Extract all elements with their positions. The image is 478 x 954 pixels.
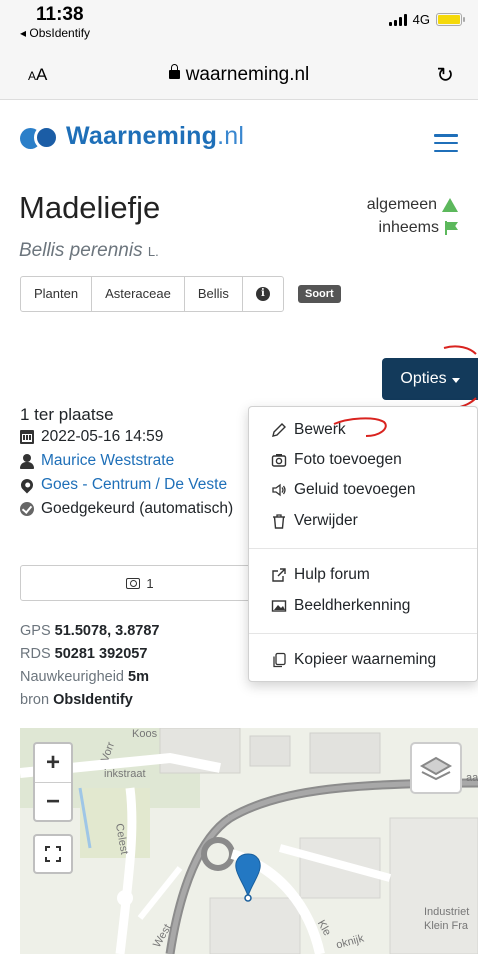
accuracy-line: Nauwkeurigheid 5m xyxy=(20,669,149,685)
info-icon: i xyxy=(255,287,270,301)
fullscreen-icon xyxy=(45,846,61,862)
status-native-label: inheems xyxy=(378,219,439,236)
logo-text: Waarneming.nl xyxy=(66,122,245,150)
url-display[interactable]: waarneming.nl xyxy=(0,64,478,86)
observer-link[interactable]: Maurice Weststrate xyxy=(41,452,174,470)
site-header: Waarneming.nl xyxy=(0,100,478,172)
options-button[interactable]: Opties xyxy=(382,358,478,400)
battery-icon xyxy=(436,13,465,26)
check-badge-icon xyxy=(20,502,34,516)
rds-value: 50281 392057 xyxy=(54,646,148,662)
menu-item-delete[interactable]: Verwijder xyxy=(249,506,477,536)
location-row: Goes - Centrum / De Veste xyxy=(18,476,227,494)
map-label-industrie: Industriet xyxy=(424,906,470,918)
menu-divider xyxy=(249,548,477,549)
triangle-icon xyxy=(442,198,458,212)
rank-badge: Soort xyxy=(298,285,341,303)
map-label-koos: Koos xyxy=(132,728,158,740)
site-logo[interactable]: Waarneming.nl xyxy=(20,122,244,151)
status-common-label: algemeen xyxy=(366,196,437,213)
validation-status: Goedgekeurd (automatisch) xyxy=(41,500,234,517)
map-label-aa: aa xyxy=(466,772,478,784)
status-common: algemeen xyxy=(367,196,458,214)
zoom-controls: + − xyxy=(33,742,73,822)
location-link[interactable]: Goes - Centrum / De Veste xyxy=(41,476,227,494)
menu-item-image-recognition[interactable]: Beeldherkenning xyxy=(249,591,477,621)
pencil-icon xyxy=(272,423,286,437)
observation-map[interactable]: Koos Vorr inkstraat Celest West Kle okni… xyxy=(20,728,478,954)
breadcrumb-planten[interactable]: Planten xyxy=(21,277,93,311)
photos-button[interactable]: 1 xyxy=(20,565,260,601)
source-line: bron ObsIdentify xyxy=(20,692,133,708)
photo-count: 1 xyxy=(146,575,154,591)
accuracy-value: 5m xyxy=(128,669,149,685)
menu-item-add-photo[interactable]: Foto toevoegen xyxy=(249,445,477,475)
browser-address-bar[interactable]: AA waarneming.nl ↻ xyxy=(0,50,478,100)
menu-divider xyxy=(249,633,477,634)
options-dropdown-menu: Bewerk Foto toevoegen Geluid toevoegen V… xyxy=(248,406,478,682)
calendar-icon xyxy=(20,430,34,444)
options-button-label: Opties xyxy=(400,370,447,387)
source-value: ObsIdentify xyxy=(53,692,133,708)
status-bar: 11:38 ◂ ObsIdentify 4G xyxy=(0,0,478,50)
map-label-klein: Klein Fra xyxy=(424,920,469,932)
trash-icon xyxy=(273,514,285,529)
lock-icon xyxy=(168,64,180,79)
gps-line: GPS 51.5078, 3.8787 xyxy=(20,623,160,639)
gps-value: 51.5078, 3.8787 xyxy=(54,623,160,639)
external-link-icon xyxy=(272,568,286,582)
image-icon xyxy=(271,600,287,612)
user-icon xyxy=(20,453,34,469)
zoom-in-button[interactable]: + xyxy=(35,744,71,782)
hamburger-menu-icon[interactable] xyxy=(434,134,458,152)
layers-icon xyxy=(419,756,453,781)
zoom-out-button[interactable]: − xyxy=(35,782,71,820)
breadcrumb-bellis[interactable]: Bellis xyxy=(185,277,243,311)
caret-down-icon xyxy=(451,377,460,383)
camera-icon xyxy=(271,454,287,467)
species-scientific-name: Bellis perennis L. xyxy=(19,240,159,261)
menu-item-add-sound[interactable]: Geluid toevoegen xyxy=(249,475,477,505)
observation-datetime: 2022-05-16 14:59 xyxy=(41,428,164,445)
breadcrumb-asteraceae[interactable]: Asteraceae xyxy=(92,277,185,311)
species-author: L. xyxy=(147,244,159,259)
taxonomy-breadcrumb: Planten Asteraceae Bellis i xyxy=(20,276,284,312)
observation-marker-icon[interactable] xyxy=(232,852,264,904)
observation-count: 1 ter plaatse xyxy=(20,405,114,424)
fullscreen-button[interactable] xyxy=(33,834,73,874)
layers-button[interactable] xyxy=(410,742,462,794)
validation-row: Goedgekeurd (automatisch) xyxy=(20,500,233,518)
back-to-app-link[interactable]: ◂ ObsIdentify xyxy=(20,26,90,40)
speaker-icon xyxy=(272,483,286,497)
signal-icon xyxy=(388,13,407,26)
reload-icon[interactable]: ↻ xyxy=(436,63,454,88)
map-label-inkstraat: inkstraat xyxy=(104,768,146,780)
map-pin-icon xyxy=(18,476,36,494)
menu-item-copy[interactable]: Kopieer waarneming xyxy=(249,645,477,675)
url-text: waarneming.nl xyxy=(185,64,310,85)
species-common-name: Madeliefje xyxy=(19,190,161,225)
info-button[interactable]: i xyxy=(243,277,283,311)
menu-item-help-forum[interactable]: Hulp forum xyxy=(249,560,477,590)
status-time: 11:38 xyxy=(36,4,84,25)
flag-icon xyxy=(444,221,458,235)
logo-icon xyxy=(20,124,60,150)
rds-line: RDS 50281 392057 xyxy=(20,646,148,662)
status-indicators: 4G xyxy=(388,12,465,27)
menu-item-edit[interactable]: Bewerk xyxy=(249,415,477,445)
observer-row: Maurice Weststrate xyxy=(20,452,174,470)
camera-icon xyxy=(126,577,141,589)
status-native: inheems xyxy=(379,219,458,237)
observation-date-row: 2022-05-16 14:59 xyxy=(20,428,163,446)
network-label: 4G xyxy=(412,12,430,27)
copy-icon xyxy=(273,652,286,668)
